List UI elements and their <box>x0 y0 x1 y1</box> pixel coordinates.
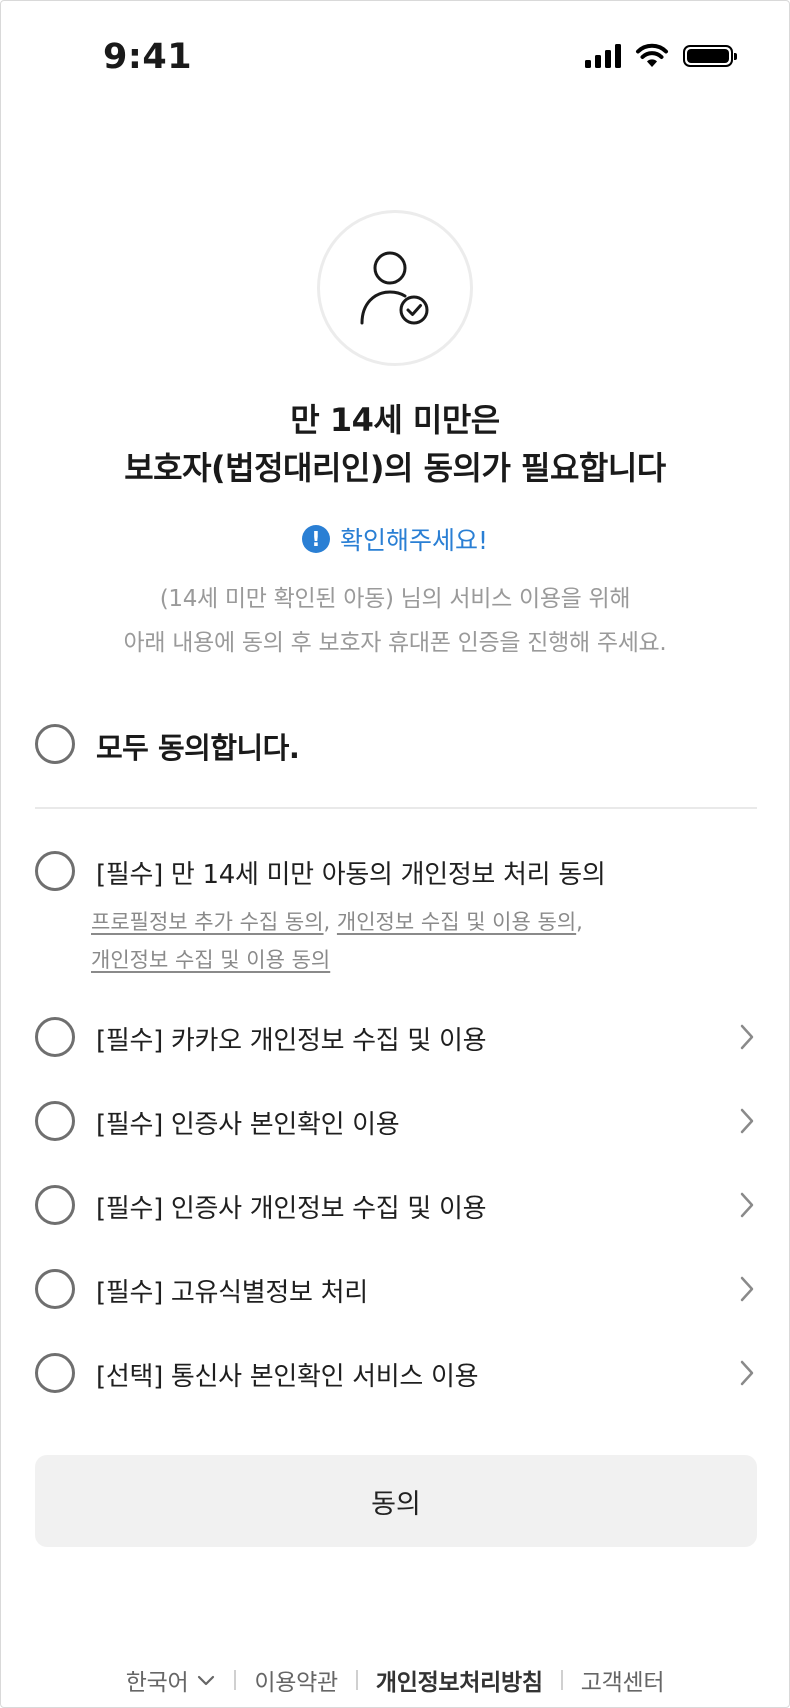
terms-link[interactable]: 이용약관 <box>254 1663 338 1697</box>
agreement-label-6[interactable]: [선택] 통신사 본인확인 서비스 이용 <box>96 1356 479 1393</box>
agreement-radio-4[interactable] <box>35 1185 75 1225</box>
agreement-sublinks: 프로필정보 추가 수집 동의, 개인정보 수집 및 이용 동의, 개인정보 수집… <box>91 903 691 979</box>
app-screen: 9:41 만 14세 미만은 보호자(법정대리인)의 동의가 필요합니다 ! 확… <box>0 0 790 1708</box>
exclamation-icon: ! <box>301 525 330 553</box>
status-icons <box>585 43 737 69</box>
chevron-right-icon[interactable] <box>737 1191 757 1219</box>
guardian-consent-avatar <box>317 210 473 366</box>
agreement-label-3[interactable]: [필수] 인증사 본인확인 이용 <box>96 1104 400 1141</box>
footer: 한국어 이용약관 개인정보처리방침 고객센터 <box>1 1663 789 1697</box>
agreement-label-4[interactable]: [필수] 인증사 개인정보 수집 및 이용 <box>96 1188 487 1225</box>
sublink-profile-info[interactable]: 프로필정보 추가 수집 동의 <box>91 910 324 934</box>
description: (14세 미만 확인된 아동) 님의 서비스 이용을 위해 아래 내용에 동의 … <box>1 577 789 665</box>
wifi-icon <box>636 43 668 67</box>
battery-icon <box>683 45 737 67</box>
page-title-line2: 보호자(법정대리인)의 동의가 필요합니다 <box>124 449 666 487</box>
cellular-signal-icon <box>585 44 621 68</box>
status-bar: 9:41 <box>1 1 789 111</box>
status-time: 9:41 <box>103 37 193 77</box>
chevron-right-icon[interactable] <box>737 1023 757 1051</box>
sublink-separator: , <box>576 910 583 934</box>
customer-center-link[interactable]: 고객센터 <box>581 1663 665 1697</box>
privacy-policy-link[interactable]: 개인정보처리방침 <box>376 1663 543 1697</box>
description-line2: 아래 내용에 동의 후 보호자 휴대폰 인증을 진행해 주세요. <box>123 630 667 656</box>
chevron-down-icon <box>198 1675 215 1686</box>
footer-separator <box>355 1670 358 1690</box>
agreement-radio-2[interactable] <box>35 1017 75 1057</box>
agreement-label-5[interactable]: [필수] 고유식별정보 처리 <box>96 1272 368 1309</box>
agree-all-label[interactable]: 모두 동의합니다. <box>96 725 300 767</box>
notice-banner: ! 확인해주세요! <box>1 521 789 557</box>
footer-separator <box>234 1670 237 1690</box>
agree-button[interactable]: 동의 <box>35 1455 757 1547</box>
sublink-separator: , <box>323 910 331 934</box>
agreement-radio-6[interactable] <box>35 1353 75 1393</box>
notice-text: 확인해주세요! <box>339 526 489 555</box>
description-line1: (14세 미만 확인된 아동) 님의 서비스 이용을 위해 <box>159 586 631 612</box>
agreement-label-2[interactable]: [필수] 카카오 개인정보 수집 및 이용 <box>96 1020 487 1057</box>
user-check-icon <box>360 251 429 325</box>
language-label: 한국어 <box>125 1670 189 1696</box>
agreement-radio-5[interactable] <box>35 1269 75 1309</box>
page-title: 만 14세 미만은 보호자(법정대리인)의 동의가 필요합니다 <box>1 396 789 492</box>
sublink-personal-info-1[interactable]: 개인정보 수집 및 이용 동의 <box>337 910 576 934</box>
chevron-right-icon[interactable] <box>737 1107 757 1135</box>
agreement-label-1[interactable]: [필수] 만 14세 미만 아동의 개인정보 처리 동의 <box>96 854 606 891</box>
chevron-right-icon[interactable] <box>737 1275 757 1303</box>
language-selector[interactable]: 한국어 <box>126 1663 217 1697</box>
chevron-right-icon[interactable] <box>737 1359 757 1387</box>
agree-all-radio[interactable] <box>35 724 75 764</box>
footer-separator <box>560 1670 563 1690</box>
agreement-radio-1[interactable] <box>35 851 75 891</box>
agreement-radio-3[interactable] <box>35 1101 75 1141</box>
page-title-line1: 만 14세 미만은 <box>290 401 500 439</box>
divider <box>35 807 757 809</box>
sublink-personal-info-2[interactable]: 개인정보 수집 및 이용 동의 <box>91 948 330 972</box>
